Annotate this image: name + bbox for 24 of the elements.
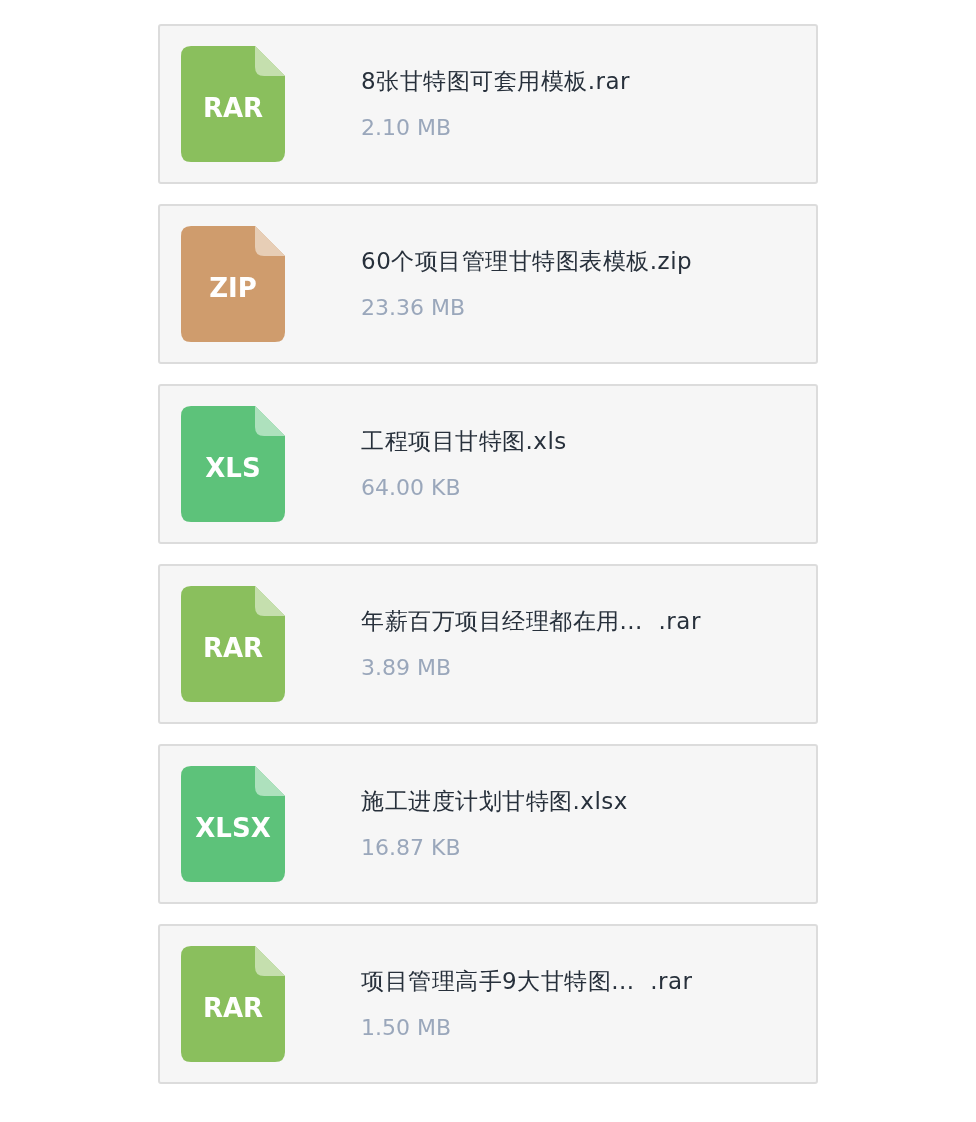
file-name: 施工进度计划甘特图.xlsx: [361, 787, 628, 816]
file-name: 工程项目甘特图.xls: [361, 427, 567, 456]
file-card[interactable]: XLS 工程项目甘特图.xls 64.00 KB: [158, 384, 818, 544]
file-type-label: RAR: [202, 92, 264, 123]
file-size: 16.87 KB: [361, 834, 462, 862]
file-card[interactable]: XLSX 施工进度计划甘特图.xlsx 16.87 KB: [158, 744, 818, 904]
file-card[interactable]: RAR 年薪百万项目经理都在用... .rar 3.89 MB: [158, 564, 818, 724]
file-card[interactable]: RAR 项目管理高手9大甘特图... .rar 1.50 MB: [158, 924, 818, 1084]
file-size: 2.10 MB: [361, 114, 453, 142]
file-type-label: XLS: [205, 452, 261, 483]
file-card[interactable]: ZIP 60个项目管理甘特图表模板.zip 23.36 MB: [158, 204, 818, 364]
file-size: 64.00 KB: [361, 474, 462, 502]
file-size: 3.89 MB: [361, 654, 453, 682]
file-card[interactable]: RAR 8张甘特图可套用模板.rar 2.10 MB: [158, 24, 818, 184]
file-size: 23.36 MB: [361, 294, 467, 322]
file-type-label: ZIP: [209, 272, 257, 303]
file-type-label: RAR: [202, 992, 264, 1023]
file-name: 项目管理高手9大甘特图... .rar: [361, 967, 693, 996]
file-name: 8张甘特图可套用模板.rar: [361, 67, 630, 96]
file-type-label: RAR: [202, 632, 264, 663]
file-type-label: XLSX: [195, 812, 271, 843]
file-size: 1.50 MB: [361, 1014, 453, 1042]
file-name: 年薪百万项目经理都在用... .rar: [361, 607, 701, 636]
file-name: 60个项目管理甘特图表模板.zip: [361, 247, 693, 276]
